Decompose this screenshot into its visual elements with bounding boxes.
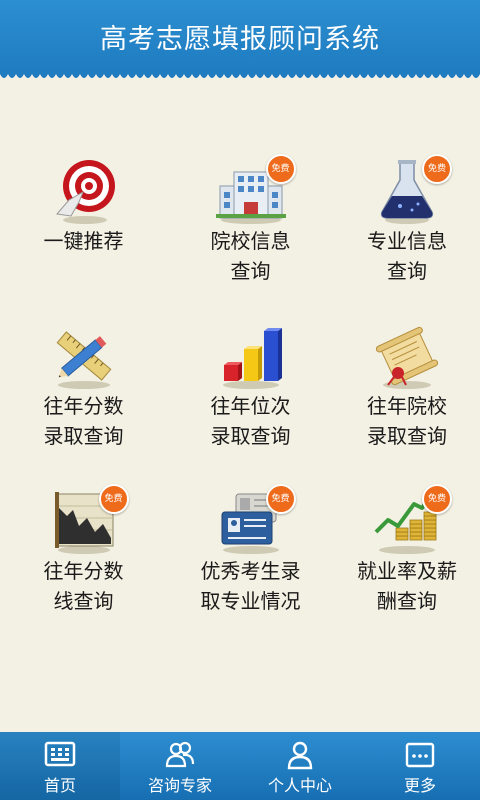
tab-home[interactable]: 首页 [0, 732, 120, 800]
flask-icon: 免费 [372, 154, 452, 226]
tab-more[interactable]: 更多 [360, 732, 480, 800]
grid-item-label-line2: 查询 [387, 259, 427, 283]
grid-item-employment-salary[interactable]: 免费 就业率及薪 酬查询 [334, 480, 480, 645]
grid-item-score-admission[interactable]: 往年分数 录取查询 [0, 315, 167, 480]
tab-profile[interactable]: 个人中心 [240, 732, 360, 800]
grid-item-label-line1: 往年分数 [43, 394, 124, 418]
home-grid-icon [44, 741, 76, 767]
grid-item-label-line1: 优秀考生录 [200, 559, 301, 583]
more-icon [405, 742, 435, 768]
grid-item-label-line1: 往年院校 [367, 394, 447, 418]
grid-item-label-line1: 院校信息 [210, 229, 291, 253]
pencil-ruler-icon [49, 321, 119, 391]
user-icon [287, 741, 313, 770]
grid-item-top-students[interactable]: 免费 优秀考生录 取专业情况 [167, 480, 334, 645]
grid-item-school-info[interactable]: 免费 院校信息 查询 [167, 150, 334, 315]
grid-item-label-line2: 录取查询 [367, 424, 447, 448]
tab-experts[interactable]: 咨询专家 [120, 732, 240, 800]
free-badge: 免费 [265, 154, 296, 184]
grid-item-rank-admission[interactable]: 往年位次 录取查询 [167, 315, 334, 480]
growth-coins-icon: 免费 [372, 484, 452, 556]
grid-item-label-line1: 往年位次 [210, 394, 291, 418]
grid-item-college-admission[interactable]: 往年院校 录取查询 [334, 315, 480, 480]
app-title: 高考志愿填报顾问系统 [100, 23, 380, 55]
school-building-icon: 免费 [215, 154, 296, 226]
free-badge: 免费 [422, 484, 452, 514]
grid-item-label-line2: 取专业情况 [200, 589, 301, 613]
grid-item-score-line[interactable]: 免费 往年分数 线查询 [0, 480, 167, 645]
tab-label: 首页 [43, 776, 76, 795]
feature-grid: 一键推荐 免费 院校信息 查询 免费 专业信息 查询 往年分数 录取查询 往年位… [0, 150, 480, 645]
experts-icon [165, 741, 195, 768]
tab-label: 个人中心 [267, 776, 332, 795]
tab-label: 咨询专家 [147, 776, 212, 795]
grid-item-label-line1: 往年分数 [43, 559, 124, 583]
line-chart-icon: 免费 [49, 484, 129, 556]
grid-item-label-line2: 酬查询 [377, 589, 437, 613]
grid-item-label-line1: 就业率及薪 [357, 559, 457, 583]
scroll-icon [372, 321, 442, 391]
grid-item-label-line1: 一键推荐 [43, 229, 124, 253]
target-icon [49, 156, 119, 226]
grid-item-one-click-recommend[interactable]: 一键推荐 [0, 150, 167, 315]
id-cards-icon: 免费 [216, 484, 296, 556]
bottom-tab-bar: 首页 咨询专家 个人中心 更多 [0, 732, 480, 800]
app-header: 高考志愿填报顾问系统 [0, 0, 480, 72]
tab-label: 更多 [403, 776, 436, 795]
free-badge: 免费 [265, 484, 296, 514]
grid-item-label-line2: 查询 [230, 259, 271, 283]
grid-item-label-line2: 线查询 [53, 589, 114, 613]
bar-chart-icon [216, 321, 286, 391]
grid-item-major-info[interactable]: 免费 专业信息 查询 [334, 150, 480, 315]
free-badge: 免费 [422, 154, 452, 184]
header-scallop-edge [0, 70, 480, 78]
grid-item-label-line2: 录取查询 [43, 424, 124, 448]
free-badge: 免费 [98, 484, 129, 514]
grid-item-label-line1: 专业信息 [367, 229, 447, 253]
grid-item-label-line2: 录取查询 [210, 424, 291, 448]
